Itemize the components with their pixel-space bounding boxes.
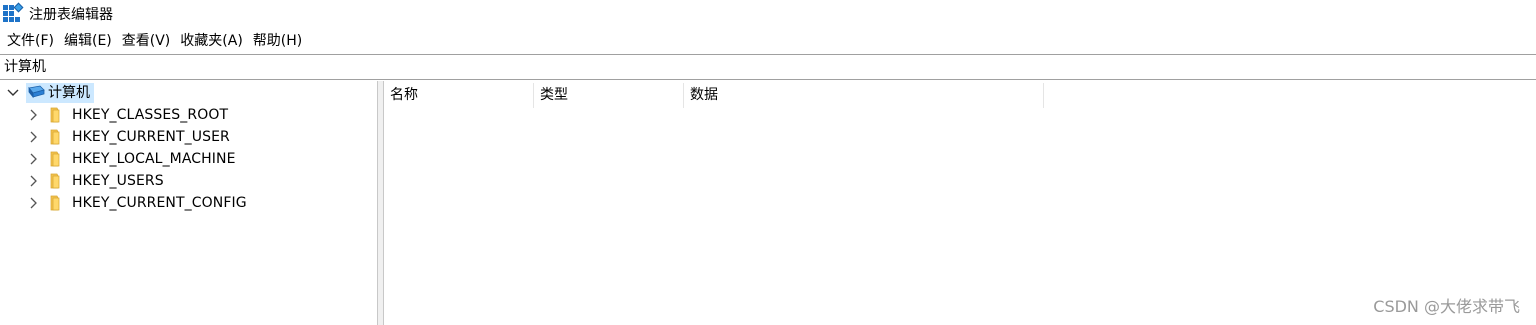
tree-node-label: HKEY_LOCAL_MACHINE bbox=[72, 151, 236, 167]
tree-node-hkey-classes-root[interactable]: HKEY_CLASSES_ROOT bbox=[22, 104, 228, 126]
tree-node-label: HKEY_USERS bbox=[72, 173, 164, 189]
tree-root-label: 计算机 bbox=[48, 85, 90, 101]
chevron-right-icon[interactable] bbox=[22, 104, 46, 126]
tree-node-hkey-current-config[interactable]: HKEY_CURRENT_CONFIG bbox=[22, 192, 247, 214]
menu-bar: 文件(F) 编辑(E) 查看(V) 收藏夹(A) 帮助(H) bbox=[0, 30, 1536, 53]
folder-icon bbox=[50, 195, 60, 211]
menu-edit[interactable]: 编辑(E) bbox=[59, 30, 117, 53]
chevron-right-icon[interactable] bbox=[22, 148, 46, 170]
watermark: CSDN @大佬求带飞 bbox=[1373, 297, 1520, 316]
menu-favorites[interactable]: 收藏夹(A) bbox=[175, 30, 248, 53]
list-header: 名称 类型 数据 bbox=[384, 83, 1044, 108]
value-list-pane[interactable]: 名称 类型 数据 CSDN @大佬求带飞 bbox=[384, 81, 1536, 325]
column-header-name[interactable]: 名称 bbox=[384, 83, 534, 108]
registry-editor-icon bbox=[3, 2, 24, 25]
registry-editor-window: 注册表编辑器 文件(F) 编辑(E) 查看(V) 收藏夹(A) 帮助(H) 计算… bbox=[0, 0, 1536, 325]
tree-root-selection[interactable]: 计算机 bbox=[26, 83, 94, 103]
folder-icon bbox=[50, 151, 60, 167]
tree-node-hkey-current-user[interactable]: HKEY_CURRENT_USER bbox=[22, 126, 230, 148]
chevron-right-icon[interactable] bbox=[22, 192, 46, 214]
title-bar: 注册表编辑器 bbox=[0, 0, 1536, 30]
tree-root-computer[interactable]: 计算机 bbox=[0, 82, 94, 104]
key-tree-pane[interactable]: 计算机 HKEY_CLASSES_ROOT HKEY_CURRENT_USER bbox=[0, 81, 378, 325]
tree-node-hkey-local-machine[interactable]: HKEY_LOCAL_MACHINE bbox=[22, 148, 236, 170]
tree-node-hkey-users[interactable]: HKEY_USERS bbox=[22, 170, 164, 192]
folder-icon bbox=[50, 107, 60, 123]
tree-node-label: HKEY_CURRENT_USER bbox=[72, 129, 230, 145]
folder-icon bbox=[50, 129, 60, 145]
menu-help[interactable]: 帮助(H) bbox=[248, 30, 307, 53]
address-path: 计算机 bbox=[4, 59, 46, 75]
column-header-data[interactable]: 数据 bbox=[684, 83, 1044, 108]
window-title: 注册表编辑器 bbox=[29, 7, 113, 23]
column-header-type[interactable]: 类型 bbox=[534, 83, 684, 108]
chevron-right-icon[interactable] bbox=[22, 126, 46, 148]
tree-node-label: HKEY_CLASSES_ROOT bbox=[72, 107, 229, 123]
computer-icon bbox=[28, 85, 45, 99]
tree-node-label: HKEY_CURRENT_CONFIG bbox=[72, 195, 247, 211]
menu-view[interactable]: 查看(V) bbox=[117, 30, 176, 53]
chevron-down-icon[interactable] bbox=[0, 82, 26, 104]
address-bar[interactable]: 计算机 bbox=[0, 54, 1536, 80]
menu-file[interactable]: 文件(F) bbox=[2, 30, 59, 53]
folder-icon bbox=[50, 173, 60, 189]
chevron-right-icon[interactable] bbox=[22, 170, 46, 192]
